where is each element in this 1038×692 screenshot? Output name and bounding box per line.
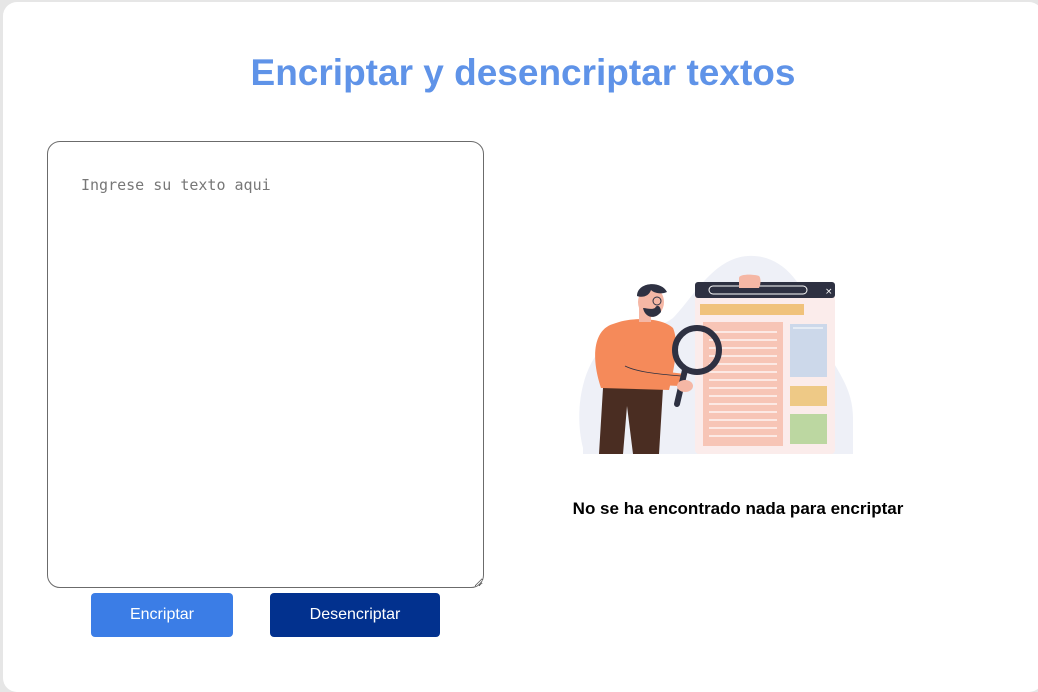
empty-result-message: No se ha encontrado nada para encriptar bbox=[572, 499, 904, 518]
page-title: Encriptar y desencriptar textos bbox=[250, 52, 796, 93]
main-card: Encriptar y desencriptar textos Encripta… bbox=[3, 2, 1038, 692]
hand bbox=[739, 274, 761, 288]
text-input[interactable] bbox=[47, 141, 484, 588]
encrypt-button[interactable]: Encriptar bbox=[91, 593, 233, 637]
document-window: × bbox=[695, 282, 835, 454]
search-illustration: × bbox=[579, 255, 853, 454]
svg-text:×: × bbox=[825, 287, 833, 297]
decrypt-button[interactable]: Desencriptar bbox=[270, 593, 440, 637]
